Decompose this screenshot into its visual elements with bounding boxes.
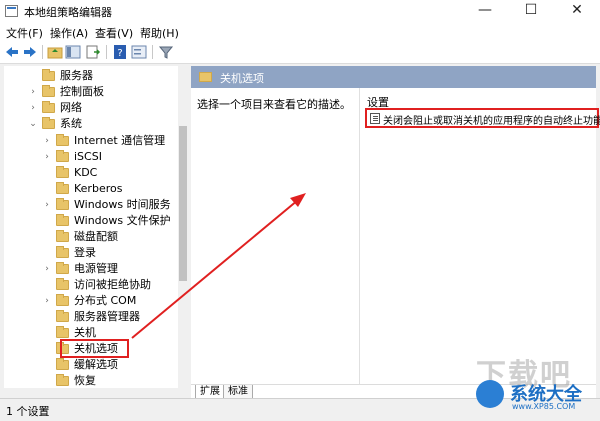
toolbar-separator xyxy=(42,45,43,59)
watermark-url: www.XP85.COM xyxy=(512,402,576,411)
watermark-logo-icon xyxy=(476,380,504,408)
setting-label: 关闭会阻止或取消关机的应用程序的自动终止功能 xyxy=(383,116,600,127)
collapse-arrow-icon[interactable]: ⌄ xyxy=(28,116,38,132)
minimize-button[interactable]: — xyxy=(462,0,508,22)
app-icon xyxy=(5,5,18,17)
up-folder-icon[interactable] xyxy=(47,44,63,60)
folder-icon xyxy=(199,72,212,82)
folder-icon xyxy=(56,310,69,322)
window-title: 本地组策略编辑器 xyxy=(24,6,112,19)
toolbar-separator xyxy=(106,45,107,59)
menu-action[interactable]: 操作(A) xyxy=(50,25,88,41)
folder-icon xyxy=(56,294,69,306)
details-panel: 关机选项 选择一个项目来查看它的描述。 设置 关闭会阻止或取消关机的应用程序的自… xyxy=(191,66,600,384)
folder-icon xyxy=(42,117,55,129)
menu-view[interactable]: 查看(V) xyxy=(95,25,133,41)
expand-arrow-icon[interactable]: › xyxy=(28,84,38,100)
toolbar: ? xyxy=(0,41,600,64)
status-text: 1 个设置 xyxy=(6,405,50,418)
svg-text:?: ? xyxy=(117,48,122,59)
title-bar: 本地组策略编辑器 — ☐ ✕ xyxy=(0,0,600,22)
annotation-highlight-tree xyxy=(60,339,129,358)
show-hide-tree-icon[interactable] xyxy=(65,44,81,60)
maximize-button[interactable]: ☐ xyxy=(508,0,554,22)
folder-icon xyxy=(56,358,69,370)
properties-icon[interactable] xyxy=(131,44,147,60)
tree-scroll-thumb[interactable] xyxy=(179,126,187,281)
menu-file[interactable]: 文件(F) xyxy=(6,25,43,41)
toolbar-separator xyxy=(152,45,153,59)
back-arrow-icon[interactable] xyxy=(4,44,20,60)
close-button[interactable]: ✕ xyxy=(554,0,600,22)
folder-icon xyxy=(56,198,69,210)
expand-arrow-icon[interactable]: › xyxy=(42,149,52,165)
folder-icon xyxy=(42,69,55,81)
menu-help[interactable]: 帮助(H) xyxy=(140,25,179,41)
folder-icon xyxy=(42,101,55,113)
watermark: 下载吧 系统大全 www.XP85.COM xyxy=(470,350,598,416)
expand-arrow-icon[interactable]: › xyxy=(28,100,38,116)
export-list-icon[interactable] xyxy=(85,44,101,60)
menu-bar: 文件(F) 操作(A) 查看(V) 帮助(H) xyxy=(0,22,600,41)
policy-setting-icon xyxy=(370,113,380,124)
tab-extended[interactable]: 扩展 xyxy=(195,385,225,399)
expand-arrow-icon[interactable]: › xyxy=(42,133,52,149)
folder-icon xyxy=(56,134,69,146)
tab-standard[interactable]: 标准 xyxy=(223,385,253,399)
folder-icon xyxy=(56,166,69,178)
details-title: 关机选项 xyxy=(220,72,264,85)
details-header: 关机选项 xyxy=(191,66,596,88)
filter-icon[interactable] xyxy=(158,44,174,60)
column-divider xyxy=(359,88,360,384)
folder-icon xyxy=(56,214,69,226)
folder-icon xyxy=(56,246,69,258)
folder-icon xyxy=(56,230,69,242)
folder-icon xyxy=(56,278,69,290)
help-icon[interactable]: ? xyxy=(112,44,128,60)
folder-icon xyxy=(56,182,69,194)
folder-icon xyxy=(56,326,69,338)
folder-icon xyxy=(56,262,69,274)
tree-scrollbar[interactable] xyxy=(178,66,188,388)
expand-arrow-icon[interactable]: › xyxy=(42,293,52,309)
folder-icon xyxy=(56,150,69,162)
setting-row[interactable]: 关闭会阻止或取消关机的应用程序的自动终止功能 xyxy=(365,108,600,128)
description-text: 选择一个项目来查看它的描述。 xyxy=(197,98,351,111)
folder-icon xyxy=(42,85,55,97)
expand-arrow-icon[interactable]: › xyxy=(42,261,52,277)
forward-arrow-icon[interactable] xyxy=(22,44,38,60)
folder-icon xyxy=(56,374,69,386)
expand-arrow-icon[interactable]: › xyxy=(42,197,52,213)
